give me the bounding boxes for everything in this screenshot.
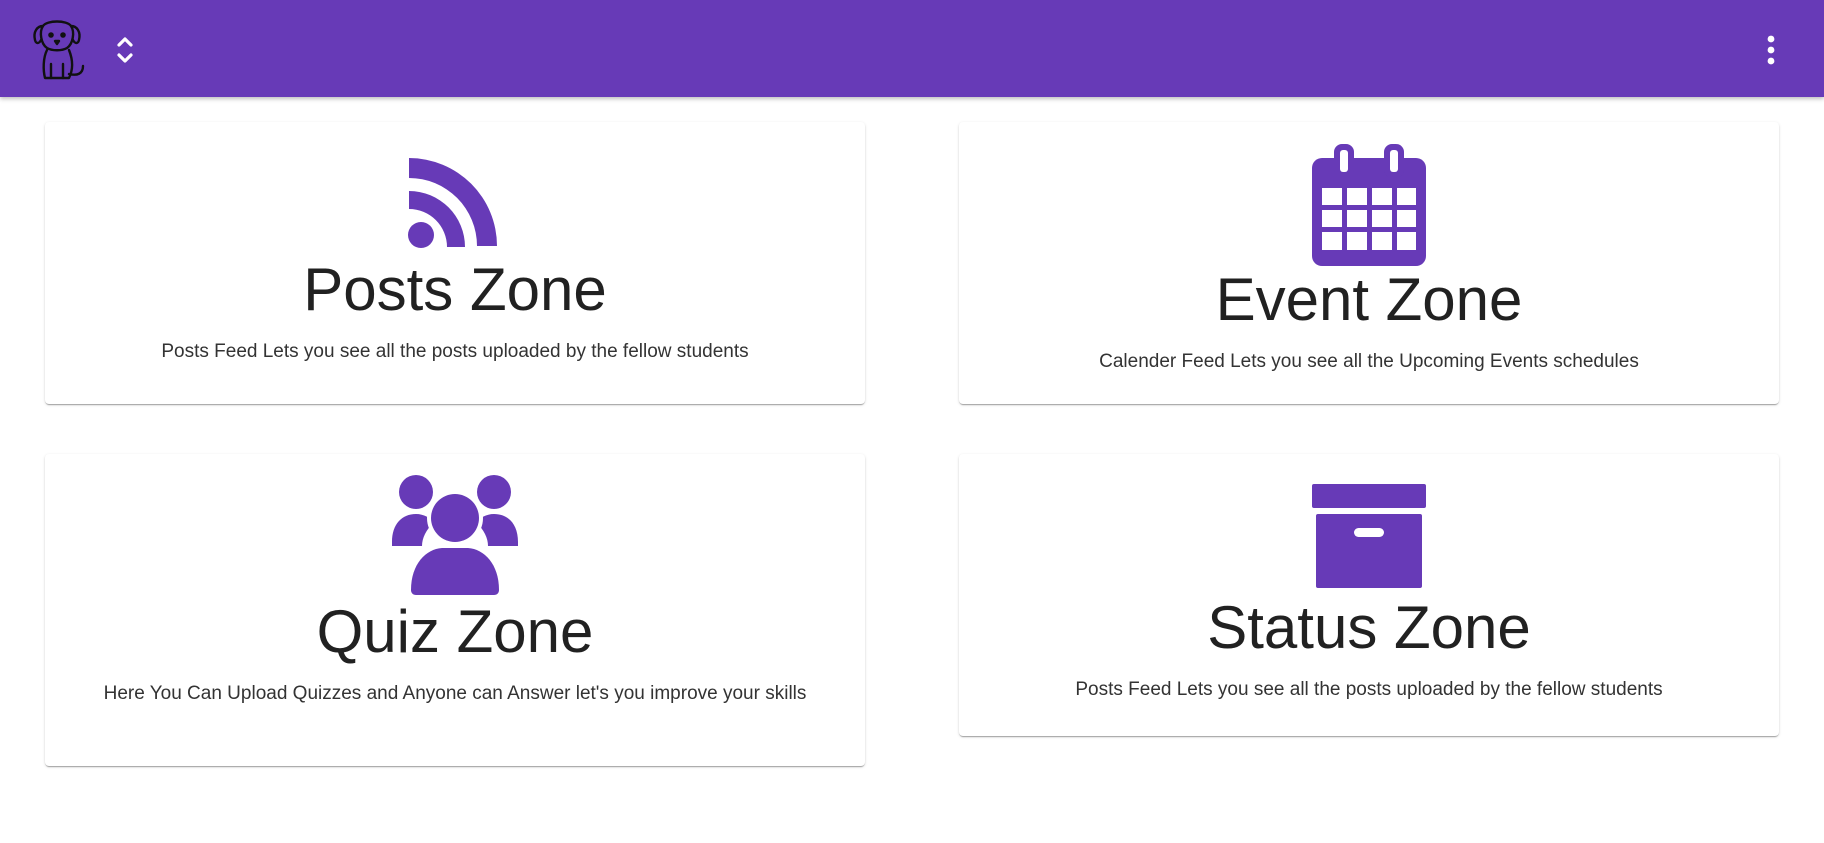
users-icon (390, 474, 520, 598)
card-title: Posts Zone (303, 256, 607, 323)
app-bar (0, 0, 1824, 97)
unfold-more-icon[interactable] (114, 34, 136, 66)
card-description: Posts Feed Lets you see all the posts up… (161, 341, 749, 362)
card-description: Here You Can Upload Quizzes and Anyone c… (103, 683, 807, 704)
card-quiz-zone[interactable]: Quiz Zone Here You Can Upload Quizzes an… (45, 454, 865, 766)
card-description: Posts Feed Lets you see all the posts up… (1075, 679, 1663, 700)
card-event-zone[interactable]: Event Zone Calender Feed Lets you see al… (959, 122, 1779, 404)
card-title: Quiz Zone (316, 598, 594, 665)
dog-logo-icon[interactable] (29, 16, 87, 82)
archive-box-icon (1312, 484, 1426, 588)
card-title: Status Zone (1207, 594, 1531, 661)
card-status-zone[interactable]: Status Zone Posts Feed Lets you see all … (959, 454, 1779, 736)
card-title: Event Zone (1215, 266, 1523, 333)
calendar-icon (1312, 144, 1426, 266)
more-vertical-icon[interactable] (1756, 30, 1786, 70)
card-posts-zone[interactable]: Posts Zone Posts Feed Lets you see all t… (45, 122, 865, 404)
card-description: Calender Feed Lets you see all the Upcom… (1099, 351, 1639, 372)
rss-feed-icon (407, 153, 503, 249)
